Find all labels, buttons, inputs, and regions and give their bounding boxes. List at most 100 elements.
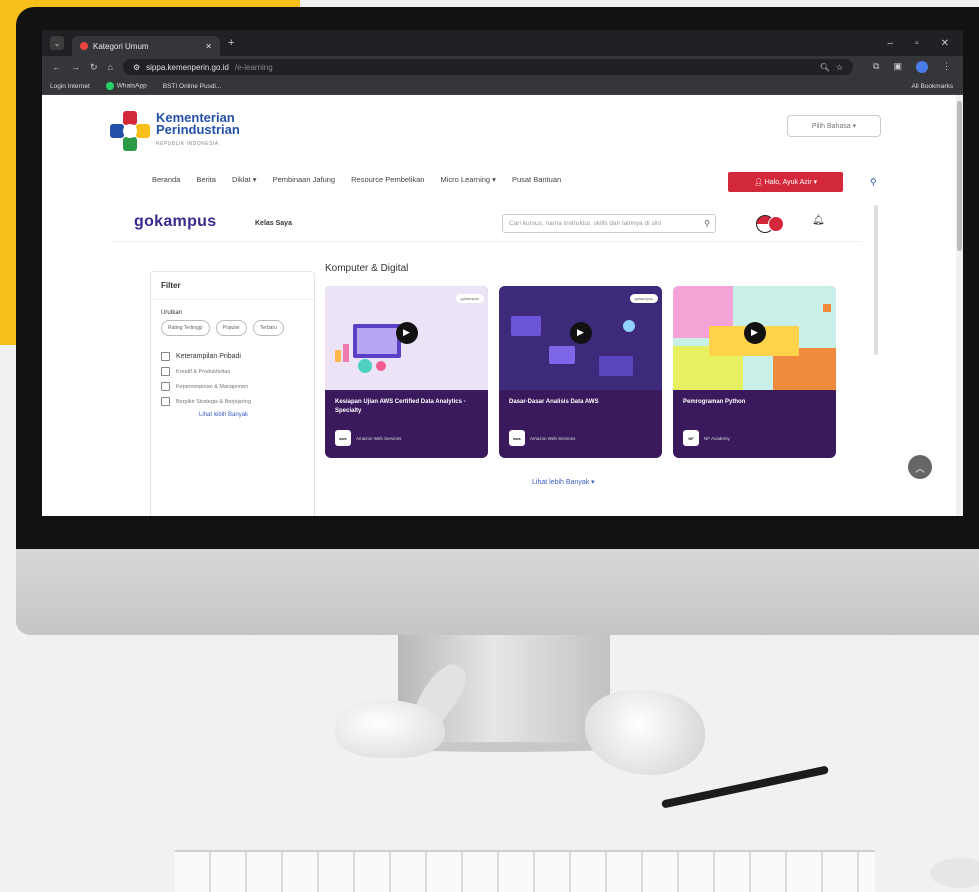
nav-micro-learning[interactable]: Micro Learning ▾	[440, 175, 495, 184]
category-label: Kepemimpinan & Manajemen	[176, 383, 249, 390]
search-icon[interactable]: ⚲	[870, 177, 877, 188]
mouse	[930, 858, 979, 888]
course-thumbnail: gokampus ▶	[499, 286, 662, 390]
profile-avatar[interactable]	[916, 61, 928, 73]
bookmark-item[interactable]: BSTI Online Pusdi...	[163, 83, 222, 90]
category-label: Kreatif & Produktivitas	[176, 368, 231, 375]
url-host: sippa.kemenperin.go.id	[146, 62, 229, 72]
pen	[661, 765, 829, 809]
play-icon[interactable]: ▶	[395, 321, 418, 344]
filter-panel: Filter Urutkan Rating Tertinggi Populer …	[150, 271, 315, 516]
user-icon: 👤︎	[753, 179, 765, 186]
nav-pembinaan-jafung[interactable]: Pembinaan Jafung	[273, 175, 336, 184]
kemenperin-logo[interactable]: Kementerian Perindustrian REPUBLIK INDON…	[110, 111, 240, 151]
site-info-icon[interactable]: ⚙	[133, 63, 140, 72]
scrollbar-thumb[interactable]	[957, 101, 962, 251]
bookmark-item[interactable]: WhatsApp	[105, 82, 147, 90]
page-scrollbar[interactable]	[956, 95, 963, 516]
user-menu-button[interactable]: 👤︎ Halo, Ayuk Azir ▾	[728, 172, 843, 192]
zoom-icon[interactable]: 🔍︎	[820, 63, 830, 72]
close-tab-icon[interactable]: ✕	[205, 42, 212, 51]
main-nav: Beranda Berita Diklat ▾ Pembinaan Jafung…	[152, 175, 561, 184]
extensions-icon[interactable]: ⧉	[873, 61, 879, 73]
category-label: Berpikir Strategis & Berjejaring	[176, 398, 251, 405]
course-card[interactable]: ▶ Pemrograman Python NF NF Academy	[673, 286, 836, 458]
new-tab-icon[interactable]: +	[228, 37, 234, 49]
scroll-to-top-button[interactable]: ︿	[908, 455, 932, 479]
course-title: Dasar-Dasar Analisis Data AWS	[509, 399, 599, 405]
nav-resource[interactable]: Resource Pembelikan	[351, 175, 424, 184]
browser-toolbar: ← → ↻ ⌂ ⚙ sippa.kemenperin.go.id/e-learn…	[42, 56, 963, 78]
section-title: Komputer & Digital	[325, 263, 409, 274]
provider-logo-icon: NF	[683, 430, 699, 446]
nav-diklat[interactable]: Diklat ▾	[232, 175, 257, 184]
logo-subtitle: REPUBLIK INDONESIA	[156, 141, 219, 147]
kelas-saya-link[interactable]: Kelas Saya	[255, 220, 292, 227]
category-checkbox[interactable]: Keterampilan Pribadi	[161, 352, 304, 361]
nav-pusat-bantuan[interactable]: Pusat Bantuan	[512, 175, 561, 184]
nav-beranda[interactable]: Beranda	[152, 175, 180, 184]
home-icon[interactable]: ⌂	[108, 62, 113, 72]
checkbox-icon[interactable]	[161, 382, 170, 391]
checkbox-icon[interactable]	[161, 397, 170, 406]
back-icon[interactable]: ←	[52, 62, 61, 72]
search-icon[interactable]: ⚲	[704, 219, 710, 228]
sort-label: Urutkan	[161, 310, 183, 316]
monitor-chin	[16, 540, 979, 635]
category-checkbox[interactable]: Kreatif & Produktivitas	[161, 367, 304, 376]
checkbox-icon[interactable]	[161, 352, 170, 361]
sidebar-icon[interactable]: ▣	[893, 61, 902, 73]
photo-scene: ⌄ Kategori Umum ✕ + – ▫ ✕ ← → ↻ ⌂ ⚙ sipp…	[0, 0, 979, 892]
whatsapp-icon	[105, 82, 114, 90]
course-card[interactable]: gokampus ▶ Kesiapan Ujian AWS Certified …	[325, 286, 488, 458]
sort-rating-tertinggi[interactable]: Rating Tertinggi	[161, 320, 210, 336]
menu-icon[interactable]: ⋮	[942, 61, 951, 73]
filter-more-link[interactable]: Lihat lebih Banyak	[199, 412, 304, 418]
gokampus-badge: gokampus	[629, 294, 658, 303]
language-flag-toggle[interactable]	[756, 215, 784, 233]
course-card[interactable]: gokampus ▶ Dasar-Dasar Analisis Data AWS…	[499, 286, 662, 458]
minimize-icon[interactable]: –	[888, 38, 894, 49]
play-icon[interactable]: ▶	[569, 321, 592, 344]
close-window-icon[interactable]: ✕	[941, 38, 949, 49]
course-title: Pemrograman Python	[683, 399, 746, 405]
tab-title: Kategori Umum	[93, 41, 149, 51]
bookmark-star-icon[interactable]: ☆	[836, 63, 843, 72]
nav-berita[interactable]: Berita	[196, 175, 216, 184]
course-search-input[interactable]: Cari kursus, nama instruktur, skills dan…	[502, 214, 716, 233]
language-select[interactable]: Pilih Bahasa ▾	[787, 115, 881, 137]
play-icon[interactable]: ▶	[743, 321, 766, 344]
favicon-icon	[80, 42, 88, 50]
sort-terbaru[interactable]: Terbaru	[252, 320, 284, 336]
category-label: Keterampilan Pribadi	[176, 353, 241, 360]
forward-icon[interactable]: →	[71, 62, 80, 72]
see-more-link[interactable]: Lihat lebih Banyak ▾	[532, 478, 595, 486]
window-controls: – ▫ ✕	[888, 38, 950, 49]
course-provider: aws Amazon Web Services	[499, 420, 662, 446]
category-checkboxes: Keterampilan Pribadi Kreatif & Produktiv…	[161, 352, 304, 418]
bookmark-label: WhatsApp	[116, 82, 147, 90]
gokampus-badge: gokampus	[455, 294, 484, 303]
sort-populer[interactable]: Populer	[215, 320, 247, 336]
provider-logo-icon: aws	[509, 430, 525, 446]
inner-scrollbar[interactable]	[874, 205, 878, 355]
provider-logo-icon: aws	[335, 430, 351, 446]
course-title: Kesiapan Ujian AWS Certified Data Analyt…	[335, 399, 466, 414]
chevron-up-icon: ︿	[915, 463, 925, 475]
logo-line2: Perindustrian	[156, 122, 240, 137]
course-provider: aws Amazon Web Services	[325, 420, 488, 446]
all-bookmarks[interactable]: All Bookmarks	[911, 83, 953, 90]
checkbox-icon[interactable]	[161, 367, 170, 376]
reload-icon[interactable]: ↻	[90, 62, 98, 73]
gokampus-logo[interactable]: gokampus	[134, 213, 216, 231]
tab-search-icon[interactable]: ⌄	[50, 36, 64, 50]
notification-bell-icon[interactable]: 🔔︎	[812, 215, 825, 226]
category-checkbox[interactable]: Kepemimpinan & Manajemen	[161, 382, 304, 391]
bookmark-item[interactable]: Login Internet	[50, 83, 90, 90]
browser-tab[interactable]: Kategori Umum ✕	[72, 36, 220, 56]
provider-name: Amazon Web Services	[356, 435, 402, 441]
address-bar[interactable]: ⚙ sippa.kemenperin.go.id/e-learning 🔍︎ ☆	[122, 59, 854, 75]
browser-window: ⌄ Kategori Umum ✕ + – ▫ ✕ ← → ↻ ⌂ ⚙ sipp…	[42, 30, 963, 516]
category-checkbox[interactable]: Berpikir Strategis & Berjejaring	[161, 397, 304, 406]
maximize-icon[interactable]: ▫	[915, 38, 919, 49]
